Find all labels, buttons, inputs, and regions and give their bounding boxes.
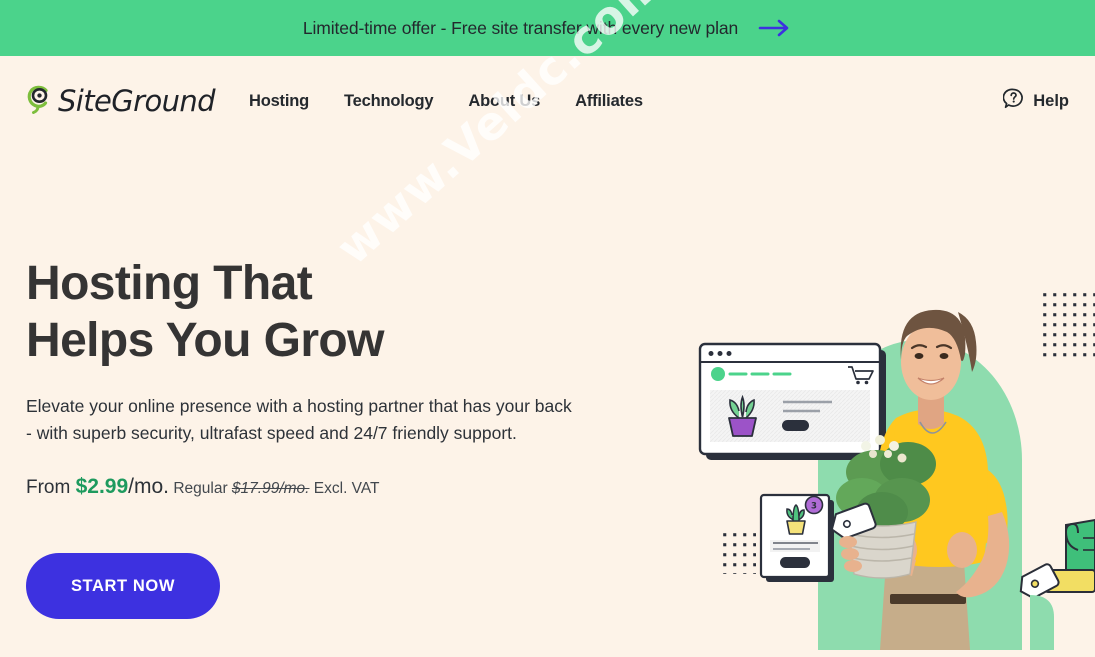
start-now-button[interactable]: START NOW	[26, 553, 220, 619]
arrow-right-icon[interactable]	[758, 18, 792, 38]
price-from-label: From	[26, 477, 76, 498]
nav-item-hosting[interactable]: Hosting	[249, 92, 309, 111]
price-line: From $2.99/mo. Regular $17.99/mo. Excl. …	[26, 475, 686, 499]
price-unit: /mo.	[128, 475, 170, 498]
main-nav: Hosting Technology About Us Affiliates	[249, 92, 643, 111]
siteground-logo-text: SiteGround	[58, 84, 216, 118]
promo-banner-text: Limited-time offer - Free site transfer …	[302, 17, 739, 38]
price-vat-note: Excl. VAT	[309, 480, 380, 497]
page-title: Hosting That Helps You Grow	[26, 257, 384, 367]
browser-mockup	[698, 342, 886, 460]
nav-item-about-us[interactable]: About Us	[468, 92, 540, 111]
site-header: SiteGround Hosting Technology About Us A…	[0, 56, 1095, 146]
siteground-swoosh-icon	[26, 84, 54, 119]
product-card-mockup: 3	[759, 493, 834, 582]
promo-banner[interactable]: Limited-time offer - Free site transfer …	[0, 0, 1095, 56]
price-amount: $2.99	[75, 475, 129, 498]
question-bubble-icon	[1002, 88, 1024, 114]
price-regular-value: $17.99/mo.	[231, 480, 310, 497]
price-regular-label: Regular	[169, 480, 232, 497]
hero-copy: Hosting That Helps You Grow Elevate your…	[26, 255, 686, 499]
help-button[interactable]: Help	[1002, 88, 1069, 114]
nav-item-affiliates[interactable]: Affiliates	[575, 92, 643, 111]
siteground-logo[interactable]: SiteGround	[26, 84, 216, 119]
hero-subtitle: Elevate your online presence with a host…	[26, 396, 572, 443]
svg-text:3: 3	[811, 502, 817, 512]
page-root: Limited-time offer - Free site transfer …	[0, 0, 1095, 657]
nav-item-technology[interactable]: Technology	[344, 92, 434, 111]
help-label: Help	[1033, 91, 1069, 110]
hero-illustration: 3	[690, 250, 1095, 650]
